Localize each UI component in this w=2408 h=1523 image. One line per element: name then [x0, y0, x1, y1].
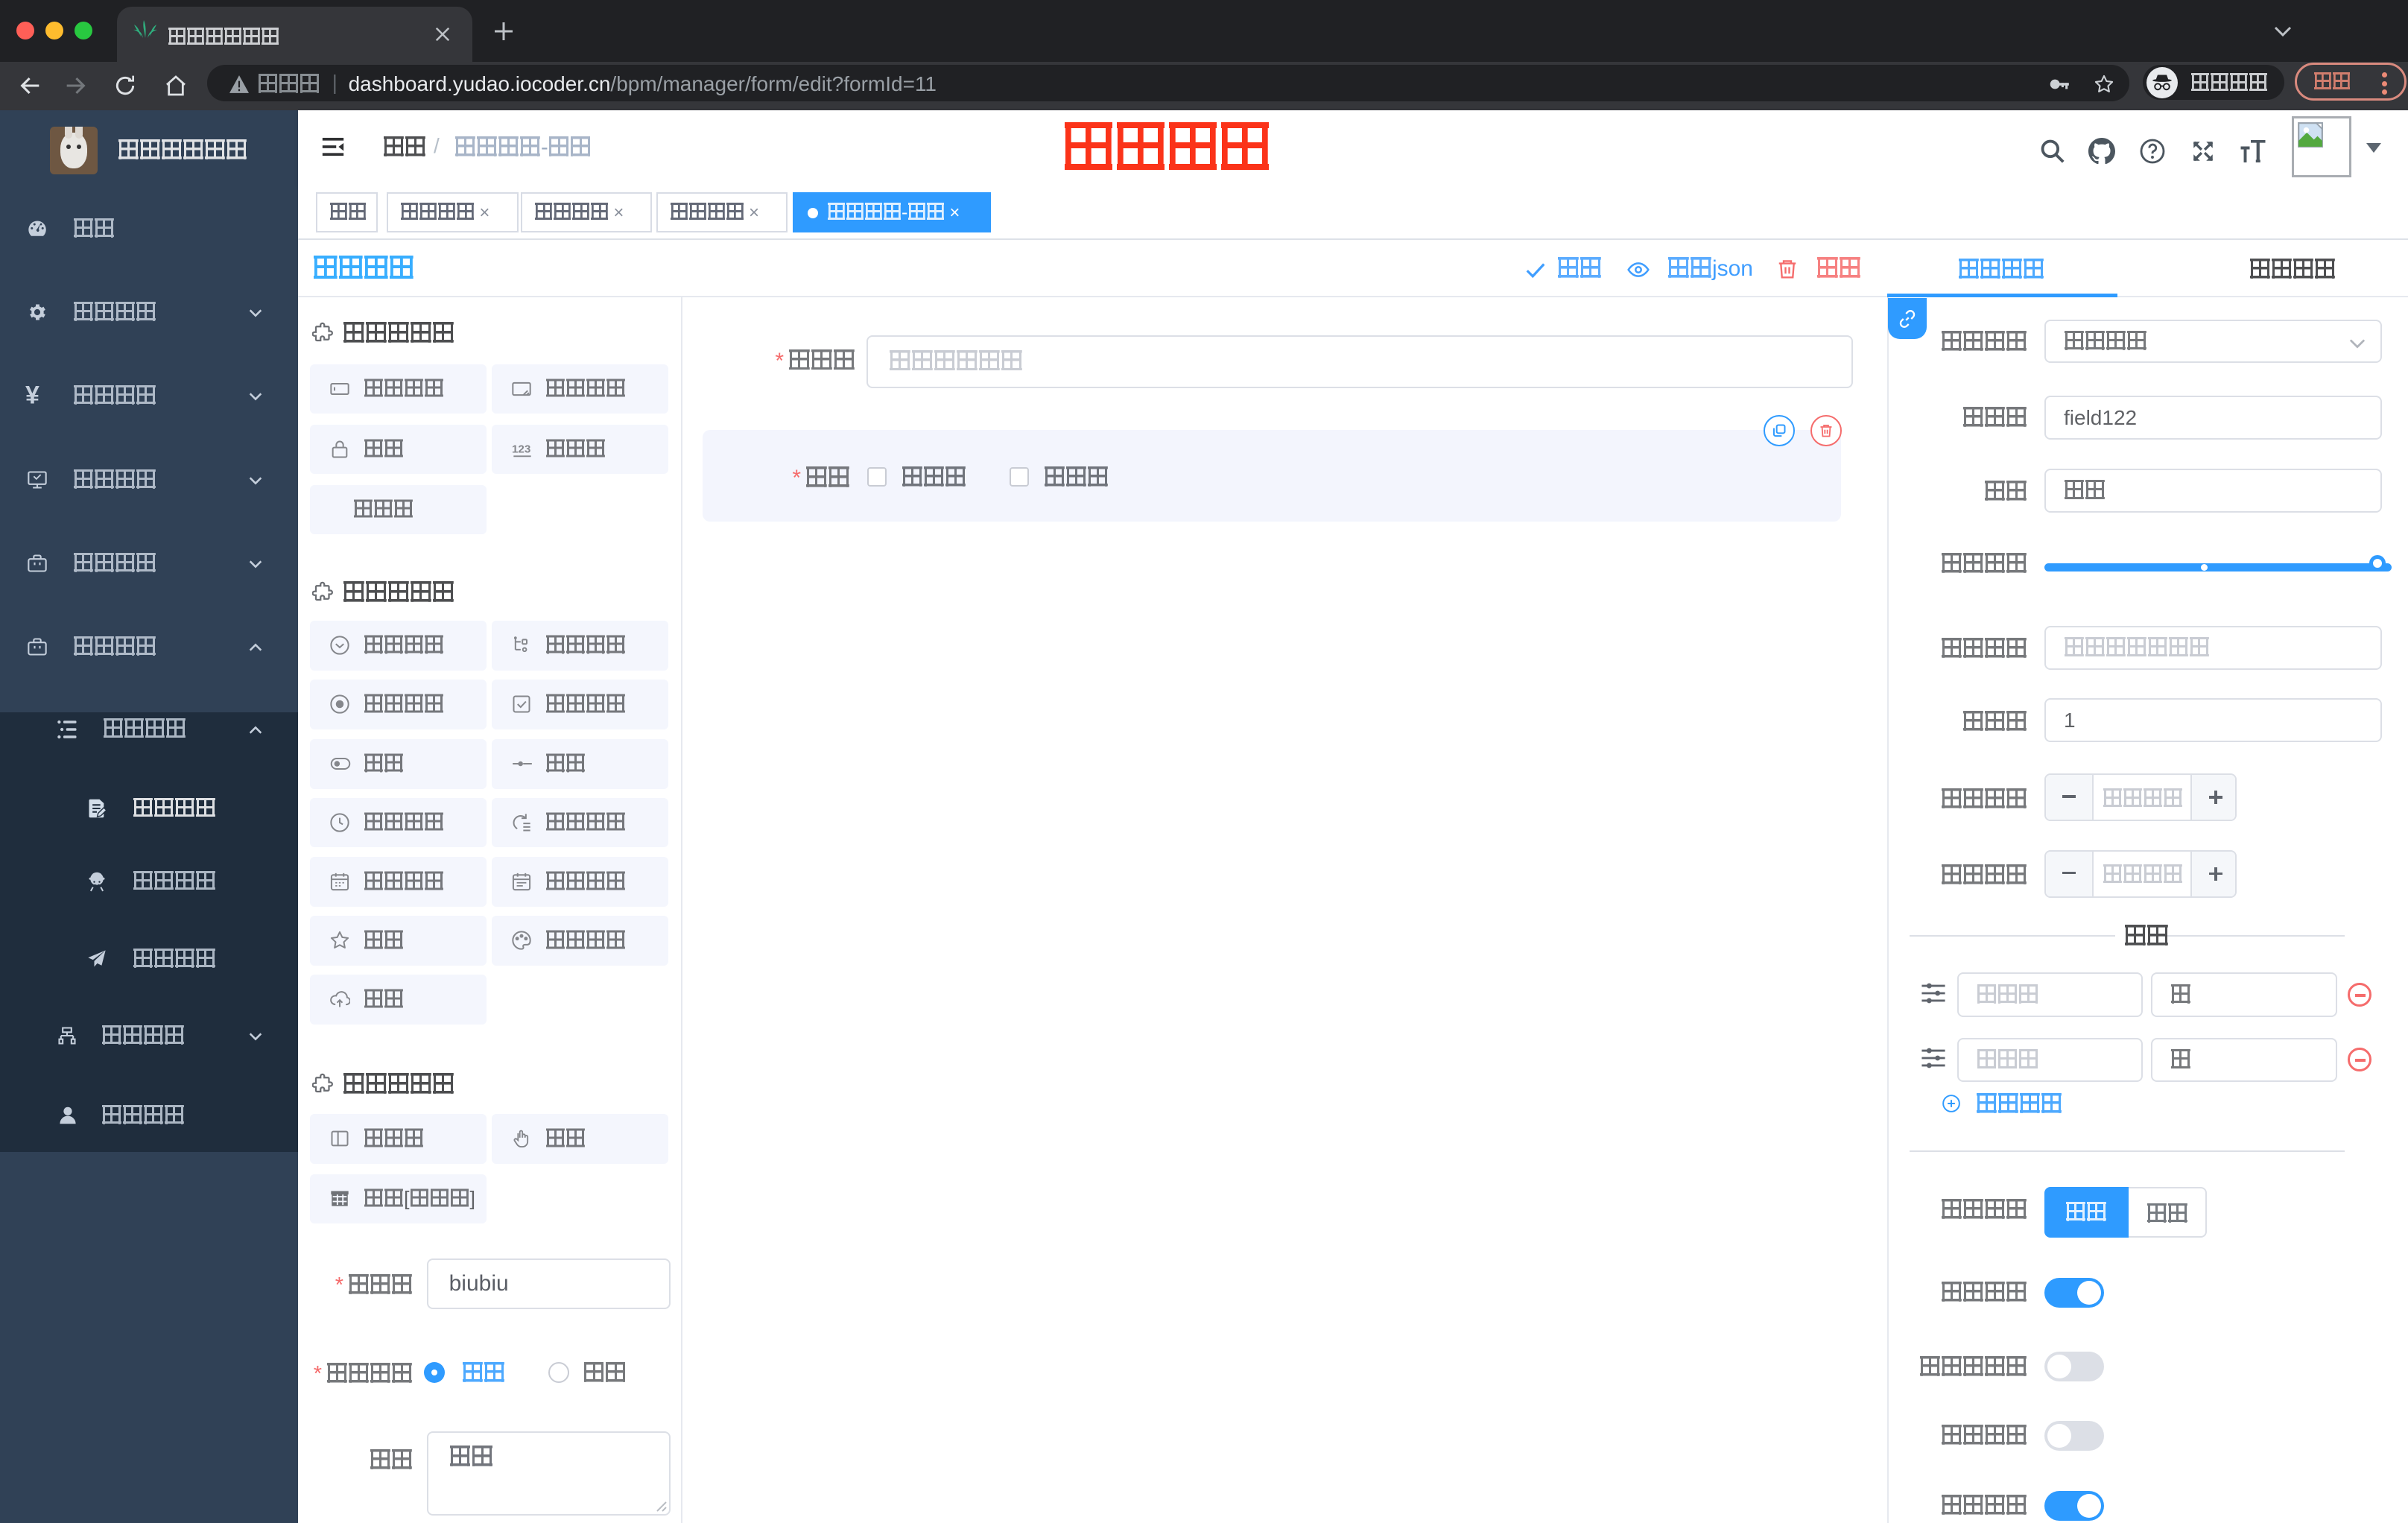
- svg-text:123: 123: [512, 443, 530, 455]
